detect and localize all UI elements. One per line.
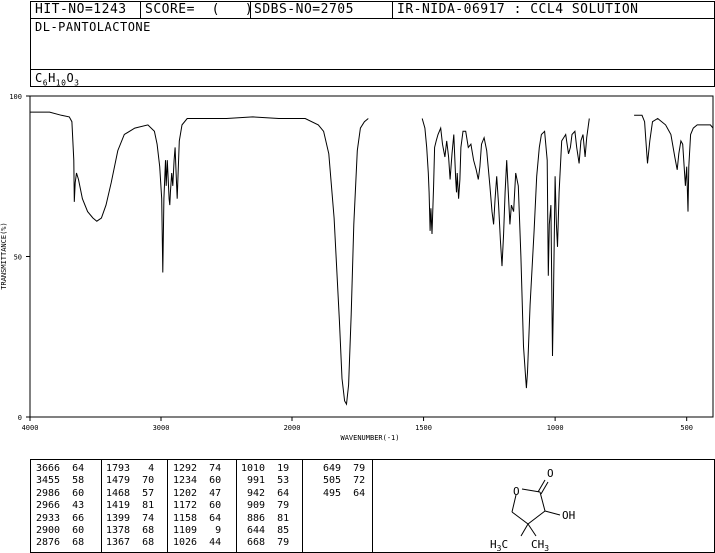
peak-entry: 1109 9 — [173, 525, 222, 537]
peak-entry: 2933 66 — [36, 512, 85, 524]
peak-entry: 1026 44 — [173, 537, 222, 549]
peak-entry: 1419 81 — [106, 500, 155, 512]
peak-entry: 2986 60 — [36, 487, 85, 499]
peak-entry: 1367 68 — [106, 537, 155, 549]
peak-entry: 1172 60 — [173, 500, 222, 512]
x-axis-label: WAVENUMBER(-1) — [340, 434, 399, 442]
peak-entry: 2966 43 — [36, 500, 85, 512]
peak-entry: 1010 19 — [241, 463, 290, 474]
methyl-left-label: H3C — [490, 538, 508, 553]
peak-entry: 991 53 — [241, 475, 290, 487]
peak-column: 1292 74 1234 60 1202 47 1172 60 1158 64 1109 … — [173, 463, 221, 550]
peak-entry: 1399 74 — [106, 512, 155, 524]
peak-entry: 495 64 — [317, 487, 366, 499]
ir-info: IR-NIDA-06917 : CCL4 SOLUTION — [397, 2, 639, 17]
bond-line — [511, 511, 529, 525]
sdbs-number: SDBS-NO=2705 — [254, 2, 354, 17]
bond-line — [521, 488, 541, 493]
hit-number: HIT-NO=1243 — [35, 2, 127, 17]
ir-spectrum-chart: 4000 3000 2000 1500 1000 500 0 50 100 WAVENUMBER… — [0, 93, 714, 442]
peak-entry: 1292 74 — [173, 463, 222, 474]
header-divider-1 — [140, 1, 141, 19]
x-tick-label: 500 — [680, 424, 693, 432]
peak-table-divider-4 — [302, 459, 303, 553]
x-tick-label: 1000 — [547, 424, 564, 432]
peak-entry: 1234 60 — [173, 475, 222, 487]
x-tick-label: 1500 — [415, 424, 432, 432]
bond-line — [527, 523, 537, 537]
peak-entry: 1378 68 — [106, 525, 155, 537]
y-tick-label: 0 — [18, 414, 22, 422]
ring-oxygen-label: O — [513, 485, 520, 498]
peak-entry: 1158 64 — [173, 512, 222, 524]
spectrum-trace — [634, 114, 714, 212]
carbonyl-oxygen-label: O — [547, 467, 554, 480]
peak-entry: 1479 70 — [106, 475, 155, 487]
peak-table-divider-2 — [167, 459, 168, 553]
bond-line — [539, 491, 546, 512]
peak-entry: 1202 47 — [173, 487, 222, 499]
peak-entry: 3455 58 — [36, 475, 85, 487]
peak-column: 1010 19 991 53 942 64 909 79 886 81 644 … — [241, 463, 289, 550]
peak-table-divider-1 — [101, 459, 102, 553]
bond-line — [527, 510, 546, 525]
peak-entry: 649 79 — [317, 463, 366, 474]
hydroxyl-label: OH — [562, 509, 575, 522]
header-divider-3 — [392, 1, 393, 19]
formula-box — [30, 69, 715, 87]
peak-column: 649 79 505 72 495 64 — [317, 463, 365, 500]
bond-line — [520, 523, 529, 537]
bond-line — [544, 510, 561, 516]
y-tick-label: 100 — [9, 93, 22, 101]
y-tick-label: 50 — [14, 254, 22, 262]
peak-entry: 909 79 — [241, 500, 290, 512]
x-tick-label: 3000 — [153, 424, 170, 432]
peak-entry: 668 79 — [241, 537, 290, 549]
peak-entry: 1468 57 — [106, 487, 155, 499]
peak-column: 1793 4 1479 70 1468 57 1419 81 1399 74 1378 6… — [106, 463, 154, 550]
molecule-structure: O O OH H3C CH3 — [490, 467, 575, 553]
bond-line — [540, 481, 549, 495]
compound-name: DL-PANTOLACTONE — [35, 20, 151, 34]
peak-column: 3666 64 3455 58 2986 60 2966 43 2933 66 2900 … — [36, 463, 84, 550]
x-tick-label: 2000 — [284, 424, 301, 432]
peak-entry: 2900 60 — [36, 525, 85, 537]
peak-entry: 2876 68 — [36, 537, 85, 549]
plot-frame — [29, 95, 714, 418]
peak-entry: 886 81 — [241, 512, 290, 524]
peak-entry: 644 85 — [241, 525, 290, 537]
peak-entry: 3666 64 — [36, 463, 85, 474]
y-axis-label: TRANSMITTANCE(%) — [0, 222, 8, 289]
peak-entry: 1793 4 — [106, 463, 155, 474]
spectrum-trace — [30, 111, 369, 406]
peak-entry: 942 64 — [241, 487, 290, 499]
bond-line — [537, 479, 546, 493]
peak-table-divider-3 — [236, 459, 237, 553]
peak-entry: 505 72 — [317, 475, 366, 487]
methyl-right-label: CH3 — [531, 538, 549, 553]
score: SCORE= ( ) — [145, 2, 254, 17]
spectrum-trace — [421, 118, 590, 389]
x-tick-label: 4000 — [22, 424, 39, 432]
